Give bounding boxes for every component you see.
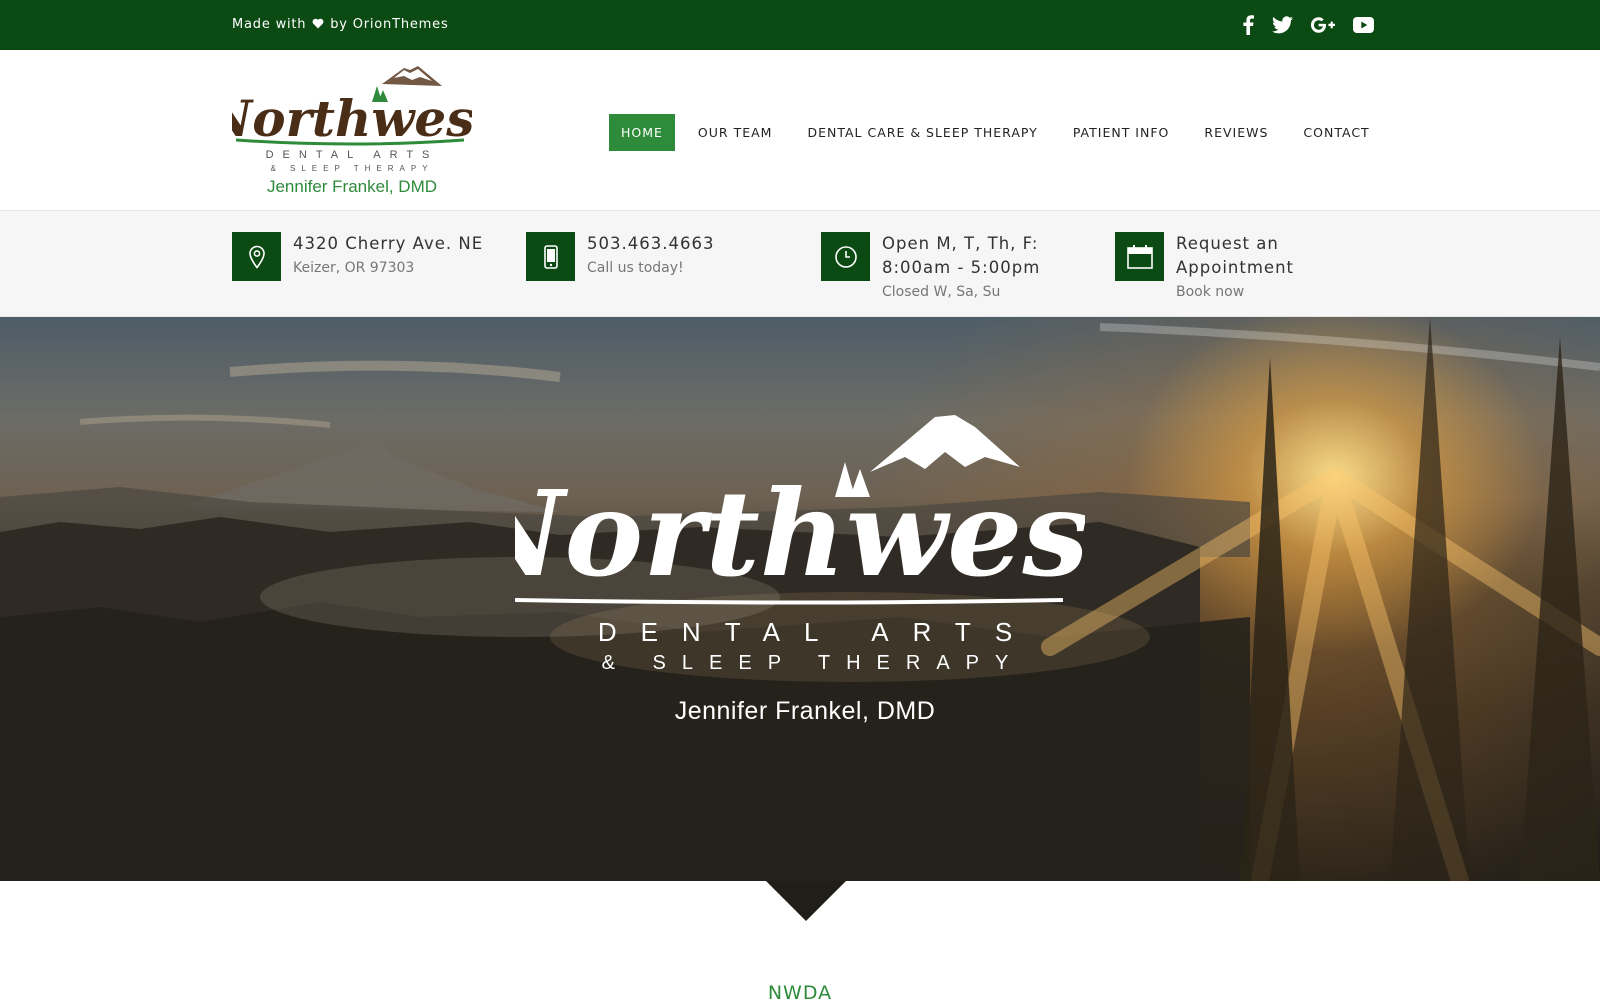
made-with-text: Made with [232, 17, 307, 32]
nav-our-team[interactable]: OUR TEAM [686, 114, 785, 151]
hero-down-arrow [766, 881, 846, 921]
appointment-info[interactable]: Request an Appointment Book now [1115, 232, 1294, 304]
phone-number: 503.463.4663 [587, 234, 715, 253]
hero-banner: Northwest DENTAL ARTS & SLEEP THERAPY Je… [0, 317, 1600, 881]
facebook-icon [1242, 12, 1254, 38]
author-link[interactable]: OrionThemes [353, 17, 449, 32]
twitter-link[interactable] [1272, 12, 1293, 38]
top-bar: Made with by OrionThemes [0, 0, 1600, 50]
info-bar: 4320 Cherry Ave. NE Keizer, OR 97303 503… [0, 211, 1600, 317]
section-title: NWDA [767, 982, 833, 1004]
twitter-icon [1272, 12, 1293, 38]
hours-closed: Closed W, Sa, Su [882, 284, 1001, 300]
logo-line-2: & SLEEP THERAPY [270, 164, 433, 173]
phone-cta: Call us today! [587, 260, 684, 276]
map-pin-icon [232, 232, 281, 281]
by-text: by [330, 17, 348, 32]
hours-times: 8:00am - 5:00pm [882, 258, 1041, 277]
appointment-title-1: Request an [1176, 234, 1279, 253]
nav-reviews[interactable]: REVIEWS [1192, 114, 1280, 151]
google-plus-icon [1311, 12, 1335, 38]
hero-logo: Northwest [515, 415, 1085, 605]
nav-dental-care[interactable]: DENTAL CARE & SLEEP THERAPY [795, 114, 1049, 151]
theme-credit: Made with by OrionThemes [232, 17, 449, 33]
site-header: Northwest DENTAL ARTS & SLEEP THERAPY Je… [0, 50, 1600, 211]
hero-dentist-name: Jennifer Frankel, DMD [674, 697, 936, 725]
hours-info: Open M, T, Th, F: 8:00am - 5:00pm Closed… [821, 232, 1040, 304]
nav-contact[interactable]: CONTACT [1291, 114, 1381, 151]
social-links [1242, 12, 1374, 38]
logo-wordmark: Northwest [232, 89, 472, 148]
hero-line-1: DENTAL ARTS [597, 617, 1037, 647]
address-info[interactable]: 4320 Cherry Ave. NE Keizer, OR 97303 [232, 232, 483, 281]
phone-info[interactable]: 503.463.4663 Call us today! [526, 232, 714, 281]
heart-icon [312, 18, 324, 33]
phone-icon [526, 232, 575, 281]
appointment-title-2: Appointment [1176, 258, 1294, 277]
nav-home[interactable]: HOME [609, 114, 675, 151]
google-plus-link[interactable] [1311, 12, 1335, 38]
site-logo[interactable]: Northwest DENTAL ARTS & SLEEP THERAPY Je… [232, 64, 472, 204]
main-nav: HOME OUR TEAM DENTAL CARE & SLEEP THERAP… [609, 114, 1393, 151]
address-line: 4320 Cherry Ave. NE [293, 234, 484, 253]
youtube-icon [1353, 12, 1374, 38]
address-city: Keizer, OR 97303 [293, 260, 415, 276]
hero-line-2: & SLEEP THERAPY [601, 652, 1025, 674]
calendar-icon [1115, 232, 1164, 281]
facebook-link[interactable] [1242, 12, 1254, 38]
appointment-cta[interactable]: Book now [1176, 280, 1294, 304]
logo-dentist-name: Jennifer Frankel, DMD [266, 177, 438, 196]
youtube-link[interactable] [1353, 12, 1374, 38]
nav-patient-info[interactable]: PATIENT INFO [1061, 114, 1182, 151]
clock-icon [821, 232, 870, 281]
hero-wordmark: Northwest [515, 464, 1085, 603]
logo-line-1: DENTAL ARTS [266, 149, 439, 161]
hours-days: Open M, T, Th, F: [882, 234, 1039, 253]
